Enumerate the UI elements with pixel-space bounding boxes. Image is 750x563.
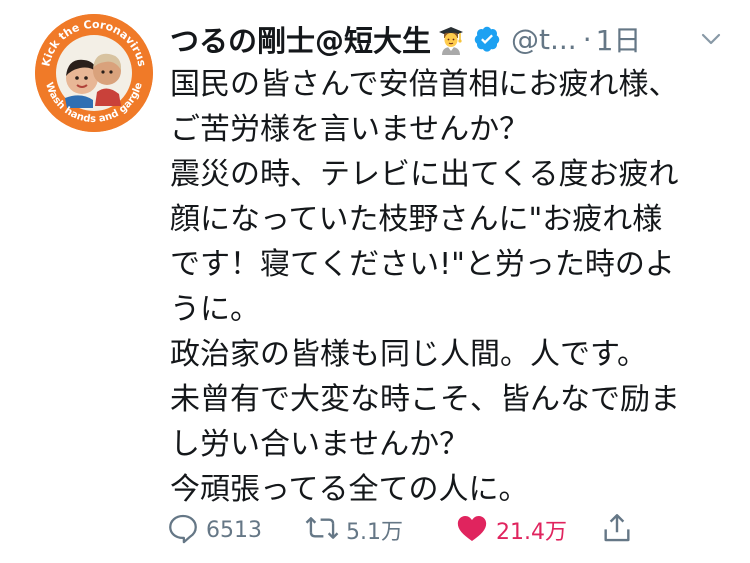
user-handle[interactable]: @t... (511, 23, 577, 56)
student-graduate-emoji-icon (435, 23, 467, 55)
share-button[interactable] (600, 510, 634, 550)
tweet-text: 国民の皆さんで安倍首相にお疲れ様、 ご苦労様を言いませんか？ 震災の時、テレビに… (170, 67, 680, 507)
reply-count: 6513 (206, 517, 262, 543)
heart-icon (454, 511, 490, 549)
retweet-count: 5.1万 (346, 520, 403, 545)
verified-badge-icon (473, 25, 501, 53)
reply-button[interactable]: 6513 (166, 510, 262, 550)
like-count: 21.4万 (496, 520, 567, 545)
display-name[interactable]: つるの剛士@短大生 (170, 18, 431, 60)
tweet-header: つるの剛士@短大生 @t... · 1日 (170, 16, 730, 62)
avatar[interactable]: Kick the Coronavirus Wash hands and garg… (35, 14, 153, 132)
retweet-button[interactable]: 5.1万 (304, 510, 403, 550)
share-icon (600, 511, 634, 549)
avatar-image: Kick the Coronavirus Wash hands and garg… (35, 14, 153, 132)
retweet-icon (304, 511, 340, 549)
reply-icon (166, 511, 200, 549)
tweet-actions: 6513 5.1万 21.4万 (166, 510, 636, 550)
like-button[interactable]: 21.4万 (454, 510, 567, 550)
separator-dot: · (582, 22, 592, 56)
tweet-timestamp[interactable]: 1日 (596, 19, 642, 59)
chevron-down-icon[interactable] (698, 26, 724, 52)
